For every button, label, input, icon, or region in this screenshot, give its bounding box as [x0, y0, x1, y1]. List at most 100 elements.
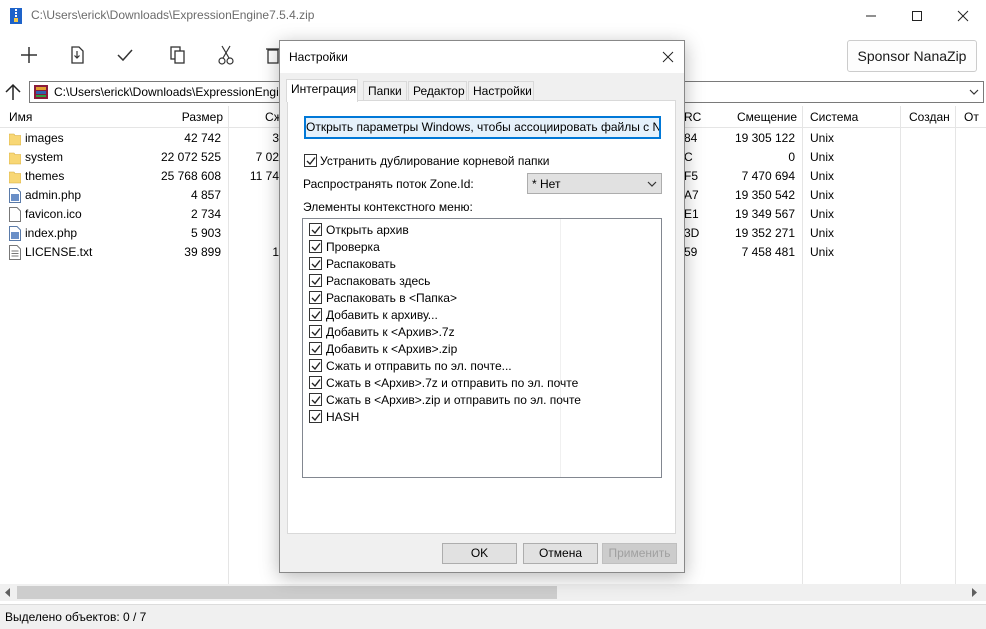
- dialog-close-button[interactable]: [650, 41, 684, 73]
- context-item-checkbox[interactable]: [309, 223, 322, 236]
- eliminate-duplicate-checkbox[interactable]: [304, 154, 317, 167]
- file-offset: 19 305 122: [734, 131, 795, 145]
- context-item-checkbox[interactable]: [309, 410, 322, 423]
- context-item-label: Проверка: [326, 240, 380, 254]
- horizontal-scrollbar[interactable]: [0, 584, 986, 601]
- checkmark-icon: [311, 328, 321, 337]
- tab-editor[interactable]: Редактор: [408, 81, 467, 101]
- file-size: 25 768 608: [160, 169, 221, 183]
- context-item-checkbox[interactable]: [309, 342, 322, 355]
- checkmark-icon: [311, 362, 321, 371]
- context-menu-item[interactable]: Проверка: [303, 238, 559, 255]
- file-crc: E1: [684, 207, 699, 221]
- tab-settings[interactable]: Настройки: [468, 81, 534, 101]
- text-file-icon: [9, 245, 21, 260]
- minimize-button[interactable]: [848, 0, 894, 32]
- ok-button[interactable]: OK: [442, 543, 517, 564]
- file-packed-size: 1: [272, 245, 279, 259]
- dialog-title: Настройки: [289, 50, 348, 64]
- checkmark-icon: [311, 294, 321, 303]
- column-system[interactable]: Система: [810, 106, 858, 128]
- test-button[interactable]: [112, 41, 138, 69]
- scroll-right-icon[interactable]: [970, 588, 978, 597]
- context-item-checkbox[interactable]: [309, 308, 322, 321]
- context-item-label: Добавить к <Архив>.7z: [326, 325, 455, 339]
- file-offset: 19 352 271: [734, 226, 795, 240]
- checkmark-icon: [311, 396, 321, 405]
- file-packed-size: 11 74: [249, 169, 279, 183]
- file-offset: 19 349 567: [734, 207, 795, 221]
- file-system: Unix: [810, 245, 835, 259]
- column-crc[interactable]: RC: [684, 106, 701, 128]
- associate-files-button[interactable]: Открыть параметры Windows, чтобы ассоции…: [304, 116, 661, 139]
- checkmark-icon: [311, 413, 321, 422]
- context-menu-item[interactable]: Добавить к архиву...: [303, 306, 559, 323]
- context-menu-item[interactable]: HASH: [303, 408, 559, 425]
- column-offset[interactable]: Смещение: [700, 106, 797, 128]
- maximize-button[interactable]: [894, 0, 940, 32]
- context-item-label: Распаковать здесь: [326, 274, 431, 288]
- eliminate-duplicate-label: Устранить дублирование корневой папки: [320, 154, 550, 168]
- window-title: C:\Users\erick\Downloads\ExpressionEngin…: [31, 8, 315, 22]
- sponsor-button[interactable]: Sponsor NanaZip: [847, 40, 977, 72]
- column-size[interactable]: Размер: [130, 106, 223, 128]
- context-menu-item[interactable]: Добавить к <Архив>.7z: [303, 323, 559, 340]
- checkmark-icon: [311, 345, 321, 354]
- context-menu-item[interactable]: Сжать в <Архив>.7z и отправить по эл. по…: [303, 374, 578, 391]
- close-icon: [957, 10, 969, 22]
- context-item-checkbox[interactable]: [309, 257, 322, 270]
- file-offset: 7 470 694: [741, 169, 795, 183]
- checkmark-icon: [311, 226, 321, 235]
- file-system: Unix: [810, 188, 835, 202]
- context-menu-item[interactable]: Сжать и отправить по эл. почте...: [303, 357, 559, 374]
- context-item-label: Добавить к архиву...: [326, 308, 438, 322]
- up-button[interactable]: [2, 81, 24, 103]
- php-file-icon: [9, 226, 21, 241]
- maximize-icon: [912, 11, 922, 21]
- zone-id-select[interactable]: * Нет: [527, 173, 662, 194]
- context-menu-item[interactable]: Открыть архив: [303, 221, 559, 238]
- file-offset: 7 458 481: [741, 245, 795, 259]
- context-menu-item[interactable]: Добавить к <Архив>.zip: [303, 340, 559, 357]
- tab-integration[interactable]: Интеграция: [286, 79, 358, 102]
- extract-button[interactable]: [64, 41, 90, 69]
- cancel-button[interactable]: Отмена: [523, 543, 598, 564]
- chevron-down-icon[interactable]: [969, 88, 979, 96]
- context-item-checkbox[interactable]: [309, 240, 322, 253]
- file-packed-size: 7 02: [255, 150, 279, 164]
- file-size: 42 742: [184, 131, 221, 145]
- apply-button[interactable]: Применить: [602, 543, 677, 564]
- context-item-checkbox[interactable]: [309, 376, 322, 389]
- settings-dialog: Настройки Интеграция Папки Редактор Наст…: [279, 40, 685, 573]
- zip-app-icon: [10, 8, 22, 24]
- context-item-checkbox[interactable]: [309, 325, 322, 338]
- context-menu-item[interactable]: Распаковать: [303, 255, 559, 272]
- scroll-left-icon[interactable]: [4, 588, 12, 597]
- checkmark-icon: [117, 49, 133, 62]
- column-name[interactable]: Имя: [9, 106, 32, 128]
- list-divider: [560, 219, 561, 477]
- context-menu-item[interactable]: Распаковать в <Папка>: [303, 289, 559, 306]
- tab-folders[interactable]: Папки: [363, 81, 407, 101]
- minimize-icon: [866, 15, 876, 17]
- extract-icon: [71, 46, 84, 64]
- copy-button[interactable]: [164, 41, 190, 69]
- file-system: Unix: [810, 169, 835, 183]
- close-window-button[interactable]: [940, 0, 986, 32]
- context-menu-list: Открыть архив Проверка Распаковать Распаков…: [302, 218, 662, 478]
- context-item-checkbox[interactable]: [309, 359, 322, 372]
- context-menu-item[interactable]: Сжать в <Архив>.zip и отправить по эл. п…: [303, 391, 581, 408]
- column-created[interactable]: Создан: [909, 106, 950, 128]
- context-menu-item[interactable]: Распаковать здесь: [303, 272, 559, 289]
- column-more[interactable]: От: [964, 106, 979, 128]
- integration-panel: Открыть параметры Windows, чтобы ассоции…: [287, 100, 676, 534]
- move-button[interactable]: [213, 41, 239, 69]
- context-item-checkbox[interactable]: [309, 291, 322, 304]
- context-item-label: Сжать в <Архив>.zip и отправить по эл. п…: [326, 393, 581, 407]
- scrollbar-thumb[interactable]: [17, 586, 557, 599]
- add-button[interactable]: [16, 41, 42, 69]
- context-item-checkbox[interactable]: [309, 393, 322, 406]
- context-item-checkbox[interactable]: [309, 274, 322, 287]
- file-crc: 84: [684, 131, 698, 145]
- context-item-label: Открыть архив: [326, 223, 409, 237]
